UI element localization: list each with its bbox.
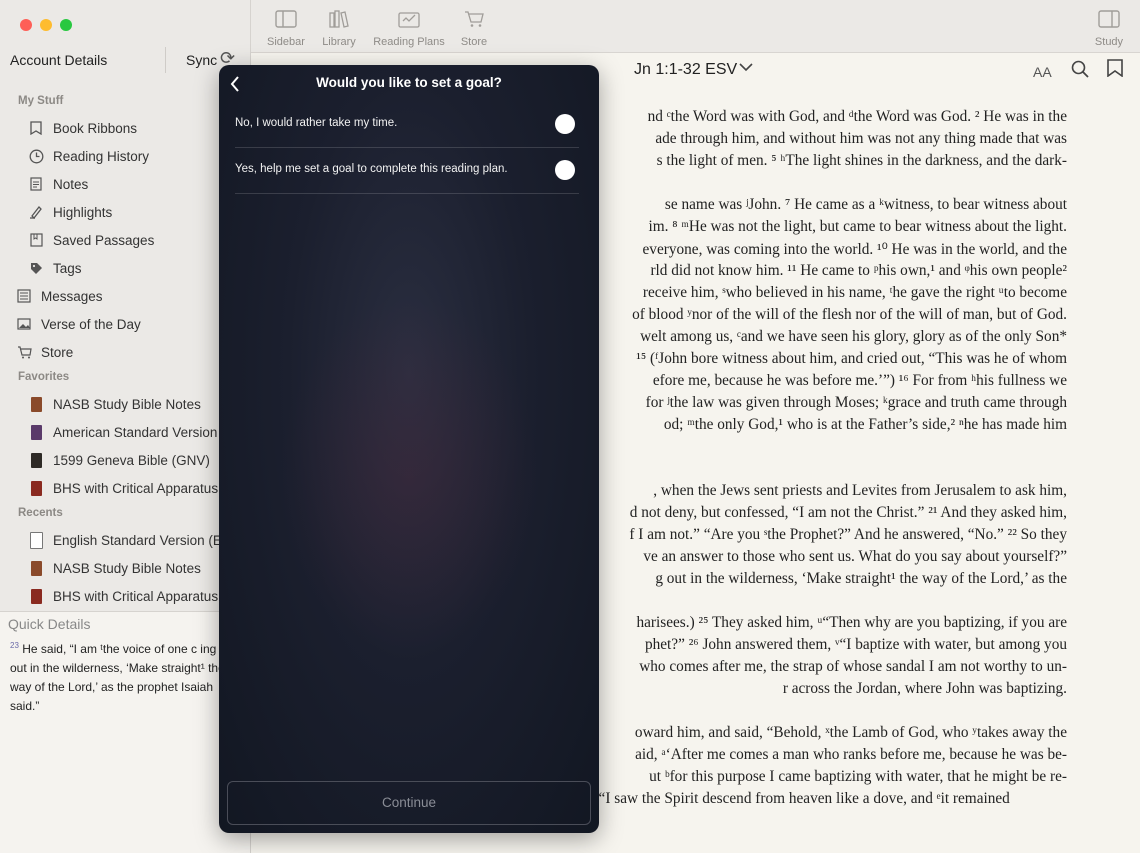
sidebar-item-store[interactable]: Store [16, 341, 73, 363]
recent-label: NASB Study Bible Notes [53, 560, 201, 576]
recent-item[interactable]: NASB Study Bible Notes [28, 557, 201, 579]
toolbar: Sidebar Library Reading Plans Store Stud… [251, 0, 1140, 53]
tag-icon [28, 260, 44, 276]
cart-icon [455, 10, 493, 32]
favorite-label: BHS with Critical Apparatus a [53, 480, 230, 496]
sidebar-item-highlights[interactable]: Highlights [28, 201, 112, 223]
sidebar-item-label: Messages [41, 288, 103, 304]
my-stuff-heading: My Stuff [18, 95, 64, 107]
sidebar-toggle-button[interactable]: Sidebar [265, 10, 307, 48]
minimize-window-button[interactable] [40, 19, 52, 31]
clock-icon [28, 148, 44, 164]
book-cover-icon [28, 480, 44, 496]
image-icon [16, 316, 32, 332]
option-label: No, I would rather take my time. [235, 117, 398, 129]
sidebar-item-saved-passages[interactable]: Saved Passages [28, 229, 154, 251]
cart-icon [16, 344, 32, 360]
book-cover-icon [28, 396, 44, 412]
option-take-my-time[interactable]: No, I would rather take my time. [235, 103, 579, 148]
sidebar-item-reading-history[interactable]: Reading History [28, 145, 149, 167]
bookmark-icon [28, 120, 44, 136]
quick-details-title: Quick Details [8, 616, 91, 632]
divider [165, 47, 166, 73]
sidebar-item-label: Notes [53, 176, 89, 192]
search-icon[interactable] [1071, 60, 1089, 83]
favorite-item[interactable]: American Standard Version (A [28, 421, 235, 443]
sidebar-item-label: Saved Passages [53, 232, 155, 248]
reading-plans-button[interactable]: Reading Plans [369, 10, 449, 48]
zoom-window-button[interactable] [60, 19, 72, 31]
recent-item[interactable]: BHS with Critical Apparatus a [28, 585, 229, 607]
toolbar-label: Library [322, 36, 356, 48]
sidebar-item-label: Store [41, 344, 74, 360]
book-cover-icon [28, 588, 44, 604]
book-cover-icon [28, 560, 44, 576]
favorites-heading: Favorites [18, 371, 70, 383]
study-panel-icon [1089, 10, 1129, 32]
goal-dialog: Would you like to set a goal? No, I woul… [219, 65, 599, 833]
sidebar: Account Details Sync ⟳ My Stuff Book Rib… [0, 0, 251, 853]
book-cover-icon [28, 424, 44, 440]
favorite-label: American Standard Version (A [53, 424, 235, 440]
favorite-item[interactable]: NASB Study Bible Notes [28, 393, 201, 415]
sidebar-item-book-ribbons[interactable]: Book Ribbons [28, 117, 137, 139]
sidebar-item-messages[interactable]: Messages [16, 285, 103, 307]
sidebar-item-notes[interactable]: Notes [28, 173, 88, 195]
background-glow [279, 295, 539, 655]
recent-label: English Standard Version (ES [53, 532, 231, 548]
sidebar-icon [265, 10, 307, 32]
library-icon [317, 10, 361, 32]
sidebar-item-verse-of-the-day[interactable]: Verse of the Day [16, 313, 141, 335]
toolbar-label: Reading Plans [373, 36, 445, 48]
highlighter-icon [28, 204, 44, 220]
messages-icon [16, 288, 32, 304]
library-button[interactable]: Library [317, 10, 361, 48]
sidebar-item-label: Verse of the Day [41, 316, 141, 332]
account-details-button[interactable]: Account Details [10, 52, 107, 68]
saved-passage-icon [28, 232, 44, 248]
book-cover-icon [28, 452, 44, 468]
font-size-button[interactable]: AA [1033, 64, 1052, 80]
continue-button[interactable]: Continue [227, 781, 591, 825]
favorite-label: 1599 Geneva Bible (GNV) [53, 452, 210, 468]
dialog-title: Would you like to set a goal? [316, 75, 502, 90]
sync-button[interactable]: Sync [186, 52, 217, 68]
reading-plans-icon [369, 10, 449, 32]
chevron-down-icon[interactable] [739, 60, 753, 75]
recent-label: BHS with Critical Apparatus a [53, 588, 230, 604]
quick-details-verse: He said, “I am ᵗthe voice of one c ing o… [10, 642, 225, 713]
notes-icon [28, 176, 44, 192]
favorite-item[interactable]: BHS with Critical Apparatus a [28, 477, 229, 499]
store-button[interactable]: Store [455, 10, 493, 48]
sidebar-item-label: Reading History [53, 148, 150, 164]
book-cover-icon [28, 531, 44, 549]
radio-button[interactable] [555, 160, 575, 180]
favorite-item[interactable]: 1599 Geneva Bible (GNV) [28, 449, 210, 471]
passage-reference[interactable]: Jn 1:1-32 ESV [634, 61, 737, 79]
quick-details-panel: Quick Details 23 He said, “I am ᵗthe voi… [0, 611, 250, 853]
study-button[interactable]: Study [1089, 10, 1129, 48]
close-window-button[interactable] [20, 19, 32, 31]
bookmark-icon[interactable] [1107, 59, 1123, 78]
toolbar-label: Study [1094, 36, 1124, 48]
sidebar-item-label: Tags [53, 260, 82, 276]
recent-item[interactable]: English Standard Version (ES [28, 529, 231, 551]
sidebar-item-label: Book Ribbons [53, 120, 138, 136]
recents-heading: Recents [18, 507, 63, 519]
favorite-label: NASB Study Bible Notes [53, 396, 201, 412]
toolbar-label: Store [460, 36, 488, 48]
sidebar-item-label: Highlights [53, 204, 113, 220]
option-set-goal[interactable]: Yes, help me set a goal to complete this… [235, 149, 579, 194]
sidebar-item-tags[interactable]: Tags [28, 257, 82, 279]
toolbar-label: Sidebar [267, 36, 305, 48]
verse-number: 23 [10, 641, 19, 650]
option-label: Yes, help me set a goal to complete this… [235, 163, 508, 175]
radio-button[interactable] [555, 114, 575, 134]
quick-details-text: 23 He said, “I am ᵗthe voice of one c in… [10, 636, 225, 716]
